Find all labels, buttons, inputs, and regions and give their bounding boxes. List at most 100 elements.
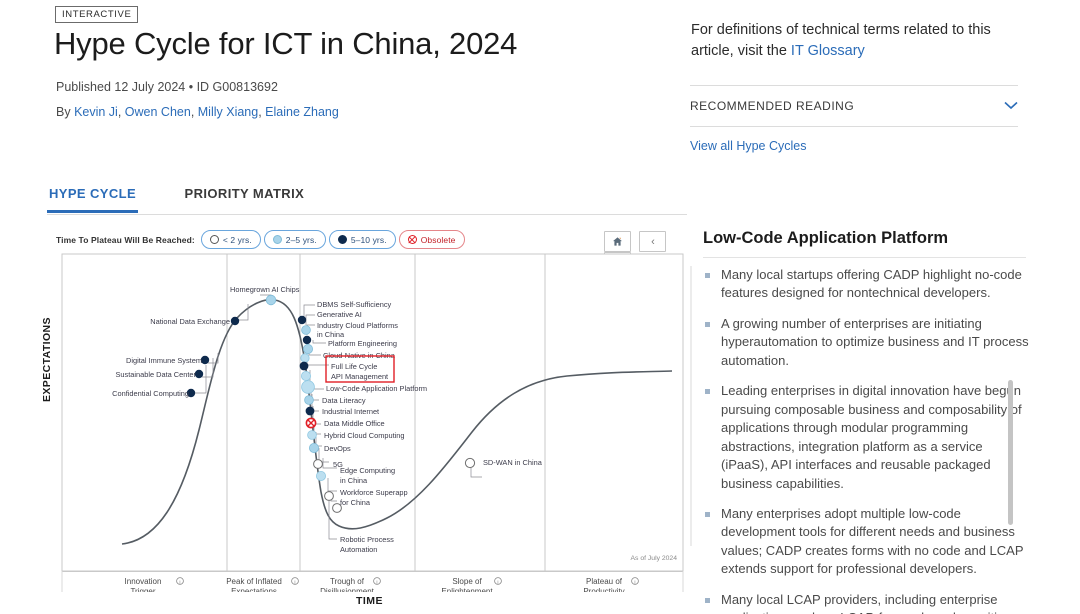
- svg-text:i: i: [634, 580, 635, 586]
- node-data-literacy: [304, 395, 314, 405]
- legend-chip-label: 5–10 yrs.: [350, 234, 387, 245]
- label-digital-immune-system: Digital Immune System: [126, 356, 202, 365]
- white-circle-icon: [209, 235, 219, 244]
- legend-chip-lt2yrs[interactable]: < 2 yrs.: [200, 230, 261, 249]
- node-dbms-self-sufficiency: [297, 315, 307, 325]
- list-item: Leading enterprises in digital innovatio…: [703, 382, 1033, 493]
- label-industrial-internet: Industrial Internet: [322, 407, 379, 416]
- view-all-hype-cycles-link[interactable]: View all Hype Cycles: [690, 139, 806, 153]
- node-unlabeled-1: [300, 371, 311, 382]
- label-edge-computing: Edge Computing: [340, 466, 395, 475]
- label-industry-cloud-platforms: Industry Cloud Platforms: [317, 321, 398, 330]
- list-item: Many local LCAP providers, including ent…: [703, 591, 1033, 614]
- detail-scrollbar-thumb[interactable]: [1008, 380, 1013, 525]
- label-robotic-process-line2: Automation: [340, 545, 377, 554]
- svg-text:i: i: [179, 580, 180, 586]
- tab-hype-cycle[interactable]: HYPE CYCLE: [47, 182, 139, 213]
- phase-label-4-line2: Enlightenment: [441, 587, 493, 592]
- light-circle-icon: [272, 235, 282, 244]
- detail-rail: [690, 266, 692, 546]
- chart-svg: Confidential Computing Sustainable Data …: [61, 253, 684, 592]
- legend-chip-5to10yrs[interactable]: 5–10 yrs.: [328, 230, 396, 249]
- label-api-management: API Management: [331, 372, 388, 381]
- phase-label-5-line1: Plateau of: [586, 577, 623, 586]
- node-industry-cloud-platforms-in-china: [302, 335, 312, 345]
- label-sustainable-data-center: Sustainable Data Center: [115, 370, 196, 379]
- phase-label-3-line2: Disillusionment: [320, 587, 375, 592]
- previous-icon[interactable]: ‹: [639, 231, 667, 252]
- glossary-callout: For definitions of technical terms relat…: [691, 20, 1021, 61]
- author-link-3[interactable]: Elaine Zhang: [265, 105, 339, 119]
- byline: By Kevin Ji, Owen Chen, Milly Xiang, Ela…: [56, 105, 339, 119]
- label-edge-computing-line2: in China: [340, 476, 368, 485]
- author-link-1[interactable]: Owen Chen: [125, 105, 191, 119]
- label-industry-cloud-platforms-line2: in China: [317, 330, 345, 339]
- phase-label-2-line2: Expectations: [231, 587, 277, 592]
- sidebar-column: For definitions of technical terms relat…: [690, 0, 1080, 614]
- node-national-data-exchange: [230, 316, 240, 326]
- label-workforce-superapp-line2: for China: [340, 498, 371, 507]
- node-homegrown-ai-chips: [265, 294, 277, 306]
- node-sd-wan-in-china: [464, 457, 476, 469]
- phase-label-1-line1: Innovation: [125, 577, 162, 586]
- phase-label-1-line2: Trigger: [130, 587, 155, 592]
- node-platform-engineering: [302, 344, 313, 355]
- label-dbms-self-sufficiency: DBMS Self-Sufficiency: [317, 300, 392, 309]
- divider-1: [690, 85, 1018, 86]
- recommended-reading-label: RECOMMENDED READING: [690, 99, 855, 113]
- node-data-middle-office: [305, 417, 317, 429]
- it-glossary-link[interactable]: IT Glossary: [791, 43, 865, 59]
- node-hybrid-cloud-computing: [307, 430, 317, 440]
- legend-chip-label: 2–5 yrs.: [285, 234, 317, 245]
- label-full-life-cycle: Full Life Cycle: [331, 362, 377, 371]
- label-homegrown-ai-chips: Homegrown AI Chips: [230, 285, 300, 294]
- node-workforce-superapp-for-china: [324, 491, 334, 501]
- label-workforce-superapp: Workforce Superapp: [340, 488, 408, 497]
- phase-label-5-line2: Productivity: [583, 587, 624, 592]
- interactive-badge: INTERACTIVE: [55, 6, 139, 23]
- svg-text:i: i: [376, 580, 377, 586]
- recommended-reading-accordion[interactable]: RECOMMENDED READING: [690, 99, 1018, 113]
- node-edge-computing-in-china: [315, 470, 326, 481]
- tab-priority-matrix[interactable]: PRIORITY MATRIX: [183, 182, 307, 210]
- author-link-0[interactable]: Kevin Ji: [74, 105, 118, 119]
- node-devops: [308, 442, 319, 453]
- legend-title: Time To Plateau Will Be Reached:: [56, 234, 195, 245]
- obsolete-x-circle-icon: [407, 235, 417, 244]
- label-robotic-process: Robotic Process: [340, 535, 394, 544]
- hype-cycle-chart[interactable]: EXPECTATIONS TIME Confidential Computing…: [41, 252, 692, 612]
- phase-label-2-line1: Peak of Inflated: [226, 577, 282, 586]
- phase-label-4-line1: Slope of: [452, 577, 482, 586]
- label-devops: DevOps: [324, 444, 351, 453]
- detail-panel-title: Low-Code Application Platform: [703, 229, 949, 247]
- tab-bar: HYPE CYCLE PRIORITY MATRIX: [47, 182, 687, 215]
- node-industrial-internet: [305, 406, 315, 416]
- dark-circle-icon: [337, 235, 347, 244]
- node-5g: [313, 459, 323, 469]
- author-link-2[interactable]: Milly Xiang: [198, 105, 258, 119]
- legend-chip-obsolete[interactable]: Obsolete: [398, 230, 465, 249]
- publication-info: Published 12 July 2024 • ID G00813692: [56, 80, 278, 94]
- list-item: A growing number of enterprises are init…: [703, 315, 1033, 370]
- svg-text:i: i: [294, 580, 295, 586]
- home-icon[interactable]: [604, 231, 631, 252]
- label-platform-engineering: Platform Engineering: [328, 339, 397, 348]
- divider-2: [690, 126, 1018, 127]
- label-national-data-exchange: National Data Exchange: [150, 317, 230, 326]
- article-main-column: INTERACTIVE Hype Cycle for ICT in China,…: [0, 0, 690, 614]
- label-hybrid-cloud-computing: Hybrid Cloud Computing: [324, 431, 405, 440]
- x-axis-label: TIME: [355, 595, 384, 607]
- legend-chip-label: Obsolete: [420, 234, 456, 245]
- phase-labels: Innovation Trigger i Peak of Inflated Ex…: [125, 577, 639, 592]
- phase-label-3-line1: Trough of: [330, 577, 365, 586]
- node-digital-immune-system: [200, 355, 210, 365]
- legend-chip-2to5yrs[interactable]: 2–5 yrs.: [263, 230, 326, 249]
- node-low-code-application-platform: [301, 380, 315, 394]
- label-confidential-computing: Confidential Computing: [112, 389, 189, 398]
- byline-prefix: By: [56, 105, 75, 119]
- page-title: Hype Cycle for ICT in China, 2024: [54, 26, 518, 61]
- chevron-down-icon[interactable]: [1004, 99, 1018, 113]
- label-data-middle-office: Data Middle Office: [324, 419, 385, 428]
- as-of-date: As of July 2024: [631, 555, 678, 562]
- node-cloud-native-in-china: [300, 353, 310, 363]
